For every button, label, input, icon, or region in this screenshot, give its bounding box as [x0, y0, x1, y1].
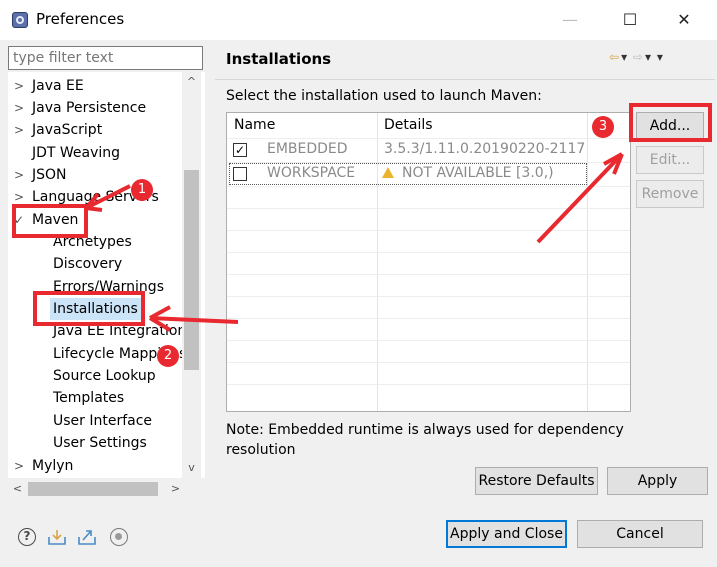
- installations-table: Name Details ✓ EMBEDDED 3.5.3/1.11.0.201…: [226, 112, 631, 412]
- tree-horizontal-scroll-thumb[interactable]: [28, 482, 158, 496]
- minimize-button[interactable]: —: [550, 6, 590, 34]
- tree-item-discovery[interactable]: Discovery: [53, 253, 122, 275]
- row-divider: [227, 340, 630, 341]
- annotation-box-maven: [12, 204, 88, 238]
- tree-item-source-lookup[interactable]: Source Lookup: [53, 365, 156, 387]
- back-icon[interactable]: ⇦: [609, 50, 619, 64]
- row-divider: [227, 296, 630, 297]
- scroll-right-icon[interactable]: >: [166, 481, 185, 497]
- import-icon[interactable]: [47, 528, 67, 546]
- scroll-up-icon[interactable]: ^: [182, 74, 201, 90]
- eclipse-app-icon: [12, 12, 28, 28]
- scroll-left-icon[interactable]: <: [8, 481, 27, 497]
- edit-button[interactable]: Edit...: [636, 146, 704, 174]
- apply-button[interactable]: Apply: [607, 467, 708, 495]
- installation-details: NOT AVAILABLE [3.0,): [402, 165, 554, 181]
- column-header-details[interactable]: Details: [384, 117, 433, 133]
- export-icon[interactable]: [77, 528, 97, 546]
- maximize-button[interactable]: ☐: [610, 6, 650, 34]
- apply-and-close-button[interactable]: Apply and Close: [446, 520, 567, 548]
- embedded-runtime-note: Note: Embedded runtime is always used fo…: [226, 422, 624, 458]
- tree-item-templates[interactable]: Templates: [53, 387, 124, 409]
- tree-item-java-persistence[interactable]: > Java Persistence: [14, 97, 146, 119]
- row-divider: [227, 274, 630, 275]
- chevron-right-icon[interactable]: >: [14, 75, 32, 97]
- tree-item-user-settings[interactable]: User Settings: [53, 432, 147, 454]
- tree-item-jdt-weaving[interactable]: JDT Weaving: [14, 142, 120, 164]
- back-menu-icon[interactable]: ▾: [621, 50, 627, 64]
- forward-menu-icon[interactable]: ▾: [645, 50, 651, 64]
- row-divider: [227, 138, 630, 139]
- help-icon[interactable]: ?: [18, 528, 36, 546]
- annotation-badge-1: 1: [131, 179, 153, 201]
- tree-item-java-ee[interactable]: > Java EE: [14, 75, 84, 97]
- chevron-right-icon[interactable]: >: [14, 164, 32, 186]
- annotation-box-add: [629, 103, 712, 142]
- row-divider: [227, 230, 630, 231]
- record-icon[interactable]: [110, 528, 128, 546]
- restore-defaults-button[interactable]: Restore Defaults: [475, 467, 598, 495]
- remove-button[interactable]: Remove: [636, 180, 704, 208]
- forward-icon[interactable]: ⇨: [633, 50, 643, 64]
- filter-input[interactable]: [8, 46, 203, 70]
- installation-checkbox-embedded[interactable]: ✓: [233, 143, 247, 157]
- column-divider: [377, 113, 378, 411]
- row-divider: [227, 318, 630, 319]
- instruction-text: Select the installation used to launch M…: [226, 88, 542, 104]
- installation-details: 3.5.3/1.11.0.20190220-2117: [384, 141, 586, 157]
- chevron-right-icon[interactable]: >: [14, 455, 32, 477]
- tree-item-json[interactable]: > JSON: [14, 164, 67, 186]
- row-divider: [227, 252, 630, 253]
- row-divider: [227, 186, 630, 187]
- row-divider: [227, 384, 630, 385]
- history-nav: ⇦ ▾ ⇨ ▾ ▾: [609, 50, 665, 64]
- page-title: Installations: [226, 50, 332, 68]
- scroll-down-icon[interactable]: v: [182, 460, 201, 476]
- window-title: Preferences: [36, 10, 125, 28]
- row-divider: [227, 362, 630, 363]
- installation-checkbox-workspace[interactable]: [233, 167, 247, 181]
- column-divider: [587, 113, 588, 411]
- column-header-name[interactable]: Name: [234, 117, 275, 133]
- chevron-right-icon[interactable]: >: [14, 119, 32, 141]
- installation-name: WORKSPACE: [267, 165, 356, 181]
- view-menu-icon[interactable]: ▾: [657, 50, 663, 64]
- row-divider: [227, 208, 630, 209]
- warning-icon: [382, 167, 394, 178]
- tree-item-javascript[interactable]: > JavaScript: [14, 119, 102, 141]
- tree-vertical-scroll-thumb[interactable]: [184, 170, 199, 370]
- tree-item-user-interface[interactable]: User Interface: [53, 410, 152, 432]
- installation-name: EMBEDDED: [267, 141, 348, 157]
- close-button[interactable]: ✕: [664, 6, 704, 34]
- annotation-badge-3: 3: [592, 116, 614, 138]
- chevron-right-icon[interactable]: >: [14, 97, 32, 119]
- cancel-button[interactable]: Cancel: [577, 520, 703, 548]
- preferences-tree: > Java EE > Java Persistence > JavaScript J…: [8, 72, 205, 478]
- annotation-box-installations: [33, 291, 145, 326]
- annotation-badge-2: 2: [157, 345, 179, 367]
- tree-item-mylyn[interactable]: > Mylyn: [14, 455, 73, 477]
